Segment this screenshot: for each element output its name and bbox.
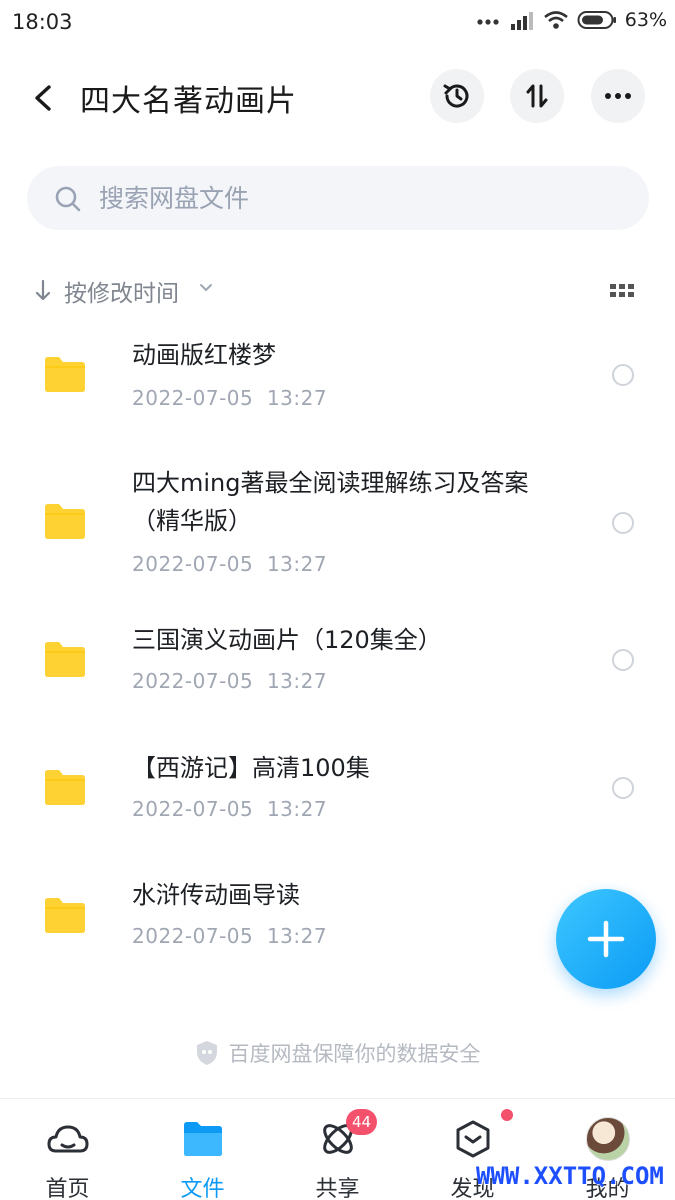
sort-label[interactable]: 按修改时间 [64, 274, 179, 308]
wifi-icon [543, 11, 568, 29]
folder-icon [45, 357, 85, 392]
select-checkbox[interactable] [612, 512, 634, 534]
folder-icon [45, 504, 85, 539]
discover-box-icon [451, 1117, 495, 1161]
nav-label: 首页 [45, 1177, 90, 1200]
search-icon [55, 186, 81, 212]
sort-bar[interactable]: 按修改时间 [0, 268, 675, 314]
file-modified: 2022-07-05 13:27 [132, 797, 328, 821]
security-text: 百度网盘保障你的数据安全 [228, 1042, 481, 1066]
folder-icon [45, 898, 85, 933]
watermark: WWW.XXTTQ.COM [476, 1162, 664, 1190]
search-input[interactable] [99, 166, 599, 230]
security-note: 百度网盘保障你的数据安全 [0, 1036, 675, 1070]
battery-icon [577, 11, 616, 29]
file-modified: 2022-07-05 13:27 [132, 386, 328, 410]
nav-share[interactable]: 44 共享 [270, 1099, 405, 1200]
avatar [585, 1117, 630, 1161]
folder-icon [45, 770, 85, 805]
nav-files[interactable]: 文件 [135, 1099, 270, 1200]
file-modified: 2022-07-05 13:27 [132, 552, 328, 576]
nav-label: 共享 [315, 1177, 360, 1200]
notification-dot [501, 1109, 513, 1121]
battery-percent: 63% [624, 9, 667, 31]
select-checkbox[interactable] [612, 777, 634, 799]
file-name: 水浒传动画导读 [132, 881, 300, 909]
file-modified: 2022-07-05 13:27 [132, 924, 328, 948]
signal-icon [510, 12, 533, 30]
nav-home[interactable]: 首页 [0, 1099, 135, 1200]
page-title: 四大名著动画片 [80, 84, 297, 119]
list-item[interactable]: 三国演义动画片（120集全） 2022-07-05 13:27 [0, 615, 675, 715]
file-name: 三国演义动画片（120集全） [132, 626, 442, 654]
file-name: 动画版红楼梦 [132, 341, 276, 369]
select-checkbox[interactable] [612, 364, 634, 386]
more-icon [605, 93, 631, 99]
add-button[interactable] [556, 889, 656, 989]
history-button[interactable] [430, 69, 484, 123]
file-name: 【西游记】高清100集 [132, 754, 370, 782]
folder-icon [181, 1117, 225, 1161]
nav-label: 文件 [180, 1177, 225, 1200]
back-button[interactable] [22, 76, 66, 120]
sort-swap-icon [526, 84, 548, 108]
cloud-home-icon [46, 1117, 90, 1161]
search-bar[interactable] [27, 166, 649, 230]
plus-icon [587, 920, 625, 958]
status-time: 18:03 [12, 10, 73, 34]
select-checkbox[interactable] [612, 649, 634, 671]
sort-button[interactable] [510, 69, 564, 123]
file-modified: 2022-07-05 13:27 [132, 669, 328, 693]
history-icon [443, 84, 469, 108]
notification-badge: 44 [346, 1109, 378, 1135]
chevron-down-icon [200, 284, 212, 291]
more-button[interactable] [591, 69, 645, 123]
folder-icon [45, 642, 85, 677]
list-item[interactable]: 动画版红楼梦 2022-07-05 13:27 [0, 330, 675, 440]
dots-icon [477, 19, 499, 25]
shield-icon [196, 1041, 217, 1065]
list-item[interactable]: 四大ming著最全阅读理解练习及答案（精华版） 2022-07-05 13:27 [0, 458, 675, 588]
chevron-left-icon [35, 85, 51, 111]
grid-view-icon[interactable] [609, 283, 635, 299]
status-bar: 18:03 63% [0, 0, 675, 46]
file-name: 四大ming著最全阅读理解练习及答案（精华版） [132, 469, 529, 535]
status-icons: 63% [477, 9, 667, 31]
arrow-down-icon [35, 279, 51, 301]
header: 四大名著动画片 [0, 60, 675, 132]
list-item[interactable]: 【西游记】高清100集 2022-07-05 13:27 [0, 743, 675, 843]
